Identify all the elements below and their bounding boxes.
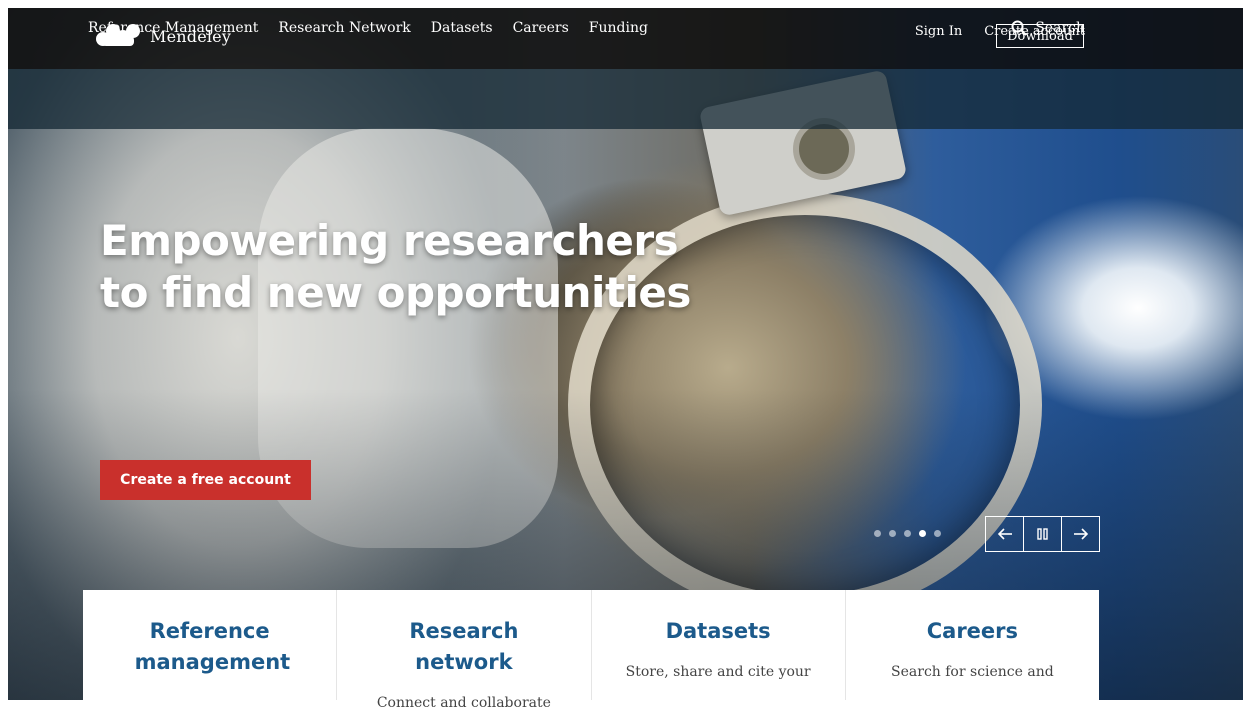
arrow-left-icon [997,528,1012,540]
carousel-dots [874,530,941,537]
card-title: Careers [926,619,1019,643]
pause-icon [1036,528,1048,540]
carousel-dot-active[interactable] [919,530,926,537]
nav-reference-management[interactable]: Reference Management [88,20,258,36]
search-label: Search [1035,20,1085,36]
nav-funding[interactable]: Funding [589,20,648,36]
card-research-network[interactable]: Research network Connect and collaborate [337,590,592,711]
nav-research-network[interactable]: Research Network [278,20,410,36]
headline-line-1: Empowering researchers [100,216,679,265]
create-free-account-button[interactable]: Create a free account [100,460,311,500]
carousel-next-button[interactable] [1061,517,1099,551]
card-text: Store, share and cite your [625,664,811,680]
carousel-pause-button[interactable] [1023,517,1061,551]
card-reference-management[interactable]: Reference management [83,590,338,700]
carousel-controls [985,516,1100,552]
carousel-prev-button[interactable] [986,517,1023,551]
headline-line-2: to find new opportunities [100,268,691,317]
card-text: Search for science and [891,664,1054,680]
card-text: Connect and collaborate [376,695,551,711]
hero-headline: Empowering researchers to find new oppor… [100,215,740,319]
search-button[interactable]: Search [1011,20,1085,36]
sign-in-link[interactable]: Sign In [915,24,962,39]
feature-cards: Reference management Research network Co… [83,590,1099,711]
nav-careers[interactable]: Careers [513,20,569,36]
card-careers[interactable]: Careers Search for science and [846,590,1099,700]
search-icon [1011,20,1027,36]
carousel-dot[interactable] [934,530,941,537]
carousel-dot[interactable] [874,530,881,537]
card-datasets[interactable]: Datasets Store, share and cite your [592,590,846,700]
carousel-dot[interactable] [889,530,896,537]
card-title: Datasets [665,619,771,643]
arrow-right-icon [1073,528,1088,540]
carousel-dot[interactable] [904,530,911,537]
nav-items: Reference Management Research Network Da… [88,20,648,36]
main-nav [8,69,1243,129]
card-title: Research network [409,619,519,674]
card-title: Reference management [134,619,291,674]
nav-datasets[interactable]: Datasets [431,20,493,36]
